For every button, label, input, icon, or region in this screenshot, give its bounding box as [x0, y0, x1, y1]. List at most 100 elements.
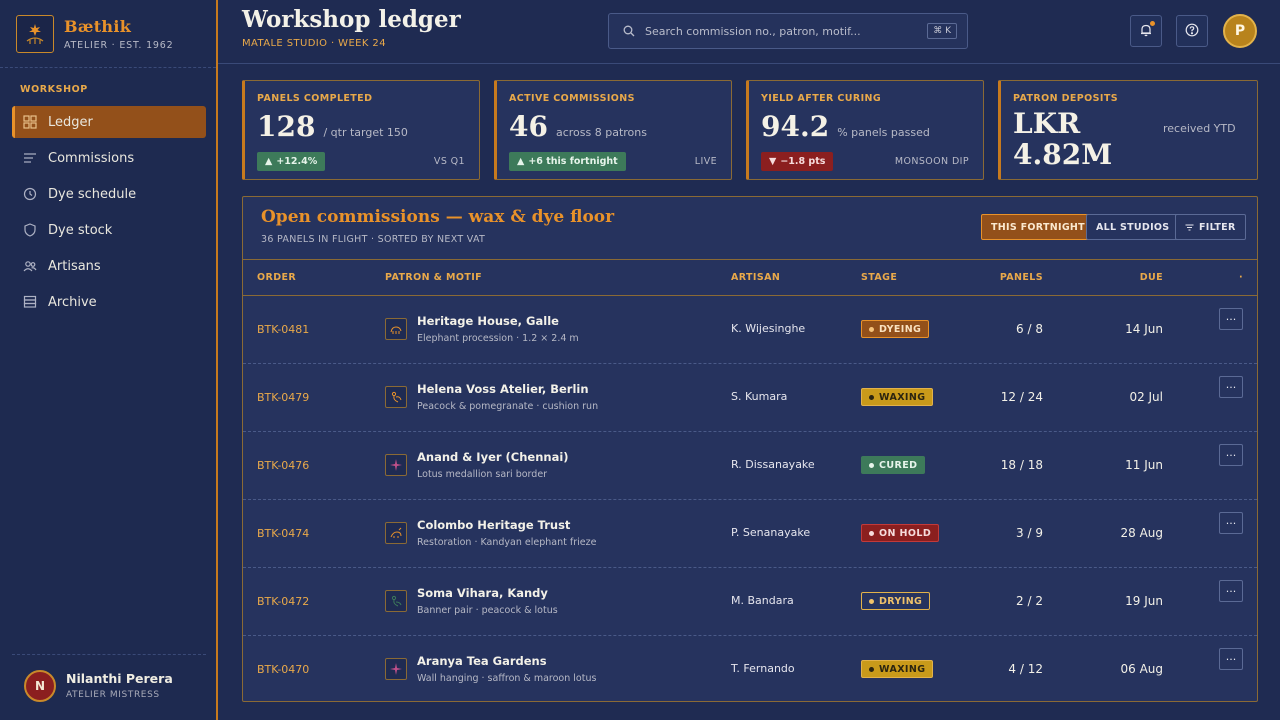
- kpi-card-panels-completed: PANELS COMPLETED 128 / qtr target 150 ▲ +…: [242, 80, 480, 180]
- artisan-name: T. Fernando: [731, 662, 795, 675]
- more-actions-button[interactable]: ···: [1219, 308, 1243, 330]
- status-label: DYEING: [879, 323, 922, 335]
- status-badge: CURED: [861, 456, 926, 474]
- order-id[interactable]: BTK-0472: [257, 595, 309, 608]
- sidebar-item-artisans[interactable]: Artisans: [12, 250, 206, 282]
- column-header-stage[interactable]: STAGE: [861, 272, 897, 283]
- status-badge: WAXING: [861, 388, 934, 406]
- filter-button[interactable]: FILTER: [1175, 214, 1246, 240]
- help-button[interactable]: [1176, 15, 1208, 47]
- due-date: 14 Jun: [1125, 322, 1163, 336]
- help-icon: [1185, 22, 1199, 41]
- status-label: ON HOLD: [879, 527, 932, 539]
- sidebar-item-label: Artisans: [48, 258, 101, 274]
- avatar: N: [24, 669, 56, 702]
- more-actions-button[interactable]: ···: [1219, 376, 1243, 398]
- trend-value: +6 this fortnight: [528, 156, 618, 167]
- nav-section-label: WORKSHOP: [20, 84, 88, 95]
- table-body: BTK-0481 Heritage House, Galle Elephant pr…: [243, 296, 1257, 701]
- table-row[interactable]: BTK-0476 Anand & Iyer (Chennai) Lotus meda…: [243, 432, 1257, 500]
- motif-description: Elephant procession · 1.2 × 2.4 m: [417, 333, 579, 344]
- search-input[interactable]: Search commission no., patron, motif... …: [608, 13, 968, 49]
- kpi-note: / qtr target 150: [323, 126, 408, 139]
- sidebar-item-commissions[interactable]: Commissions: [12, 142, 206, 174]
- shortcut-hint: ⌘ K: [927, 23, 957, 39]
- kpi-cards: PANELS COMPLETED 128 / qtr target 150 ▲ +…: [242, 80, 1258, 180]
- peacock-motif-icon: [385, 590, 407, 612]
- kpi-value: 128: [257, 110, 316, 143]
- column-header-due[interactable]: DUE: [1140, 272, 1163, 283]
- column-header-order[interactable]: ORDER: [257, 272, 296, 283]
- all-studios-button[interactable]: ALL STUDIOS: [1086, 214, 1180, 240]
- table-row[interactable]: BTK-0474 Colombo Heritage Trust Restoratio…: [243, 500, 1257, 568]
- order-id[interactable]: BTK-0481: [257, 323, 309, 336]
- panel-count: 3 / 9: [1016, 526, 1043, 540]
- table-row[interactable]: BTK-0470 Aranya Tea Gardens Wall hanging ·…: [243, 636, 1257, 701]
- notifications-button[interactable]: [1130, 15, 1162, 47]
- more-actions-button[interactable]: ···: [1219, 444, 1243, 466]
- kpi-tag: VS Q1: [433, 156, 465, 167]
- panel-count: 12 / 24: [1000, 390, 1043, 404]
- order-id[interactable]: BTK-0470: [257, 663, 309, 676]
- order-id[interactable]: BTK-0479: [257, 391, 309, 404]
- more-actions-button[interactable]: ···: [1219, 580, 1243, 602]
- column-header-artisan[interactable]: ARTISAN: [731, 272, 780, 283]
- sidebar-item-dye-stock[interactable]: Dye stock: [12, 214, 206, 246]
- patron-name: Aranya Tea Gardens: [417, 654, 547, 668]
- kpi-value: 46: [509, 110, 548, 143]
- kpi-note: % panels passed: [837, 126, 930, 139]
- panel-count: 2 / 2: [1016, 594, 1043, 608]
- user-role: ATELIER MISTRESS: [66, 690, 160, 700]
- order-id[interactable]: BTK-0476: [257, 459, 309, 472]
- kpi-value: LKR 4.82M: [1013, 107, 1113, 171]
- trend-chip: ▲ +12.4%: [257, 152, 326, 171]
- arrow-up-icon: ▲: [517, 156, 525, 167]
- table-row[interactable]: BTK-0481 Heritage House, Galle Elephant pr…: [243, 296, 1257, 364]
- page-subtitle: MATALE STUDIO · WEEK 24: [242, 38, 386, 49]
- panel-count: 6 / 8: [1016, 322, 1043, 336]
- sidebar-item-dye-schedule[interactable]: Dye schedule: [12, 178, 206, 210]
- arrow-down-icon: ▼: [769, 156, 777, 167]
- kpi-tag: MONSOON DIP: [894, 156, 969, 167]
- order-id[interactable]: BTK-0474: [257, 527, 309, 540]
- kpi-label: ACTIVE COMMISSIONS: [509, 93, 635, 104]
- status-badge: WAXING: [861, 660, 934, 678]
- more-actions-button[interactable]: ···: [1219, 648, 1243, 670]
- kpi-note: received YTD: [1163, 122, 1236, 135]
- page-title: Workshop ledger: [242, 6, 461, 33]
- status-badge: DRYING: [861, 592, 931, 610]
- ellipsis-icon: ···: [1225, 312, 1237, 326]
- trend-value: +12.4%: [276, 156, 318, 167]
- ellipsis-icon: ···: [1225, 584, 1237, 598]
- table-row[interactable]: BTK-0472 Soma Vihara, Kandy Banner pair · …: [243, 568, 1257, 636]
- panel-count: 18 / 18: [1000, 458, 1043, 472]
- this-fortnight-button[interactable]: THIS FORTNIGHT: [981, 214, 1095, 240]
- artisan-name: M. Bandara: [731, 594, 794, 607]
- kpi-card-patron-deposits: PATRON DEPOSITS LKR 4.82M received YTD: [998, 80, 1258, 180]
- sidebar-item-ledger[interactable]: Ledger: [12, 106, 206, 138]
- motif-description: Restoration · Kandyan elephant frieze: [417, 537, 597, 548]
- clock-icon: [22, 186, 38, 202]
- status-dot: [869, 462, 874, 468]
- motif-description: Peacock & pomegranate · cushion run: [417, 401, 599, 412]
- lotus-motif-icon: [385, 658, 407, 680]
- more-actions-button[interactable]: ···: [1219, 512, 1243, 534]
- kpi-note: across 8 patrons: [555, 126, 647, 139]
- sidebar-item-label: Archive: [48, 294, 97, 310]
- avatar[interactable]: P: [1223, 14, 1257, 48]
- kpi-card-yield: YIELD AFTER CURING 94.2 % panels passed …: [746, 80, 984, 180]
- user-profile[interactable]: N Nilanthi Perera ATELIER MISTRESS: [12, 654, 206, 704]
- status-badge: DYEING: [861, 320, 930, 338]
- kpi-value: 94.2: [761, 110, 830, 143]
- brand-logo-icon: [16, 15, 54, 53]
- column-header-panels[interactable]: PANELS: [1000, 272, 1043, 283]
- table-row[interactable]: BTK-0479 Helena Voss Atelier, Berlin Peaco…: [243, 364, 1257, 432]
- sidebar-item-archive[interactable]: Archive: [12, 286, 206, 318]
- sidebar-item-label: Ledger: [48, 114, 93, 130]
- trend-chip: ▼ −1.8 pts: [761, 152, 834, 171]
- trend-chip: ▲ +6 this fortnight: [509, 152, 626, 171]
- patron-name: Soma Vihara, Kandy: [417, 586, 548, 600]
- artisan-name: S. Kumara: [731, 390, 788, 403]
- column-header-patron[interactable]: PATRON & MOTIF: [385, 272, 482, 283]
- due-date: 19 Jun: [1125, 594, 1163, 608]
